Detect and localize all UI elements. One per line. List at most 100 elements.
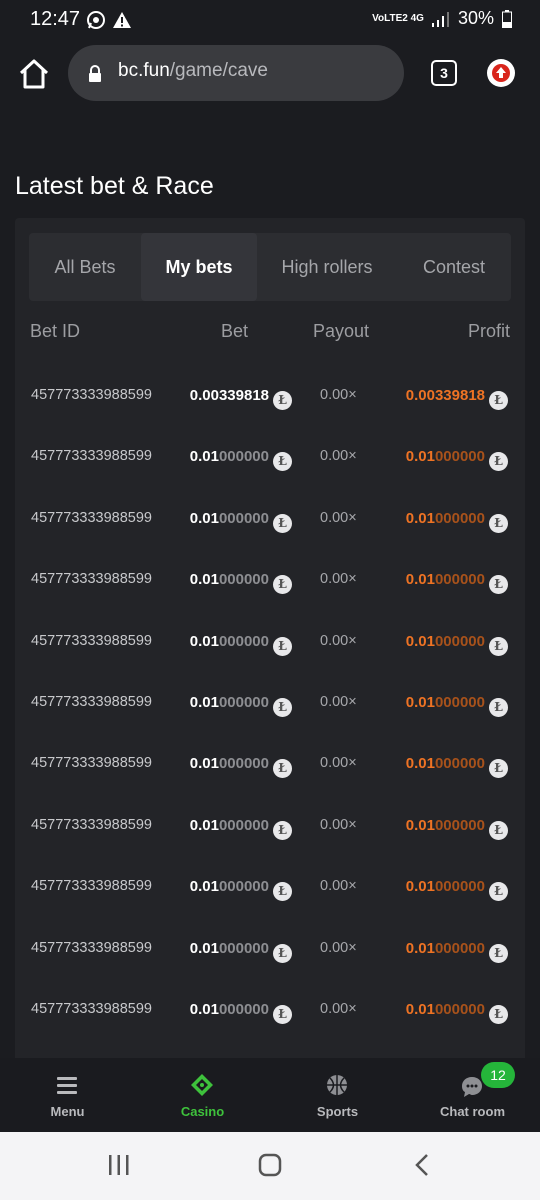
profit-amount-minor: 000000 [434,755,485,773]
profit-amount-minor: 000000 [434,816,485,834]
bet-amount-cell: 0.01000000 Ł [189,448,292,472]
profit-amount-minor: 000000 [434,509,485,527]
profit-amount-major: 0.01 [405,509,435,527]
bet-amount-major: 0.01 [189,632,219,650]
nav-chat-room[interactable]: Chat room [405,1058,540,1132]
bet-amount-major: 0.01 [189,878,219,896]
bet-id-cell: 457773333988599 [31,939,152,956]
bet-id-cell: 457773333988599 [31,448,152,465]
status-time: 12:47 [30,8,81,30]
bet-id-cell: 457773333988599 [31,509,152,526]
recent-apps-icon[interactable] [106,1152,132,1178]
bet-amount-major: 0.01 [189,816,219,834]
table-row[interactable]: 457773333988599 0.01000000 Ł 0.00× 0.0100000… [15,798,525,859]
table-row[interactable]: 457773333988599 0.00339818 Ł 0.00× 0.0033981… [15,368,525,429]
table-row[interactable]: 457773333988599 0.01000000 Ł 0.00× 0.0100000… [15,614,525,675]
tab-my-bets[interactable]: My bets [141,233,257,301]
litecoin-icon: Ł [273,943,292,963]
litecoin-icon: Ł [489,575,508,595]
bet-amount-cell: 0.01000000 Ł [190,940,292,963]
bet-amount-minor: 000000 [218,755,269,773]
payout-cell: 0.00× [320,816,357,833]
payout-cell: 0.00× [320,878,357,895]
payout-cell: 0.00× [320,1000,357,1017]
tab-contest[interactable]: Contest [397,233,511,301]
profit-amount-minor: 000000 [434,1000,485,1018]
litecoin-icon: Ł [273,759,292,779]
litecoin-icon: Ł [489,452,508,472]
system-nav-bar [0,1132,540,1200]
profit-amount-major: 0.00339818 [405,387,485,404]
profit-cell: 0.01000000 Ł [406,940,508,963]
litecoin-icon: Ł [273,452,292,472]
litecoin-icon: Ł [273,513,292,533]
profit-amount-minor: 000000 [434,571,485,589]
litecoin-icon: Ł [273,636,292,656]
nav-casino[interactable]: Casino [135,1058,270,1132]
table-row[interactable]: 457773333988599 0.01000000 Ł 0.00× 0.0100000… [15,429,525,490]
casino-icon [191,1074,213,1096]
home-button-icon[interactable] [257,1152,283,1178]
profit-amount-minor: 000000 [434,448,485,466]
address-bar[interactable]: bc.fun/game/cave [68,45,404,101]
bet-id-cell: 457773333988599 [31,755,152,772]
url-text[interactable]: bc.fun/game/cave [118,60,268,82]
bet-amount-cell: 0.01000000 Ł [190,510,292,533]
profit-amount-major: 0.01 [405,448,435,466]
network-indicator: VoLTE2 4G [372,13,424,24]
nav-menu[interactable]: Menu [0,1058,135,1132]
bet-amount-cell: 0.01000000 Ł [190,571,292,595]
bet-id-cell: 457773333988599 [31,693,152,710]
bet-amount-minor: 000000 [218,816,269,834]
profit-amount-major: 0.01 [405,816,435,834]
header-profit: Profit [467,321,510,341]
bets-tabs: All Bets My bets High rollers Contest [29,233,511,301]
litecoin-icon: Ł [489,1004,508,1024]
payout-cell: 0.00× [320,571,357,588]
update-button[interactable] [487,59,515,87]
profit-cell: 0.00339818 Ł [406,387,508,410]
table-row[interactable]: 457773333988599 0.01000000 Ł 0.00× 0.0100000… [15,982,525,1043]
profit-cell: 0.01000000 Ł [406,817,508,840]
payout-cell: 0.00× [320,448,357,465]
bet-id-cell: 457773333988599 [31,878,152,895]
bet-id-cell: 457773333988599 [31,632,152,649]
nav-sports[interactable]: Sports [270,1058,405,1132]
profit-amount-major: 0.01 [405,878,435,896]
home-icon[interactable] [16,56,52,92]
bet-amount-minor: 000000 [218,1000,269,1018]
bet-amount-major: 0.01 [189,448,219,466]
profit-cell: 0.01000000 Ł [406,633,508,656]
litecoin-icon: Ł [273,391,292,410]
lock-icon [89,65,101,82]
header-bet: Bet [221,321,249,341]
tab-all-bets[interactable]: All Bets [29,233,141,301]
table-row[interactable]: 457773333988599 0.01000000 Ł 0.00× 0.0100000… [15,675,525,736]
bet-amount-minor: 000000 [218,939,269,957]
profit-cell: 0.01000000 Ł [405,755,508,779]
back-icon[interactable] [410,1152,436,1178]
table-row[interactable]: 457773333988599 0.01000000 Ł 0.00× 0.0100000… [15,859,525,920]
profit-cell: 0.01000000 Ł [406,571,508,595]
litecoin-icon: Ł [489,820,508,840]
battery-percent: 30% [457,8,494,28]
litecoin-icon: Ł [489,759,508,779]
tab-switcher-button[interactable]: 3 [431,60,457,86]
table-row[interactable]: 457773333988599 0.01000000 Ł 0.00× 0.0100000… [15,736,525,797]
table-row[interactable]: 457773333988599 0.01000000 Ł 0.00× 0.0100000… [15,491,525,552]
profit-amount-major: 0.01 [405,693,435,711]
nav-sports-label: Sports [316,1104,359,1119]
nav-chat-label: Chat room [440,1104,505,1119]
bet-amount-cell: 0.01000000 Ł [190,633,292,656]
bets-card: All Bets My bets High rollers Contest Be… [15,218,525,1078]
bets-table: 457773333988599 0.00339818 Ł 0.00× 0.0033981… [15,368,525,1043]
tab-high-rollers[interactable]: High rollers [257,233,397,301]
chat-unread-badge: 12 [481,1062,515,1088]
table-row[interactable]: 457773333988599 0.01000000 Ł 0.00× 0.0100000… [15,921,525,982]
table-row[interactable]: 457773333988599 0.01000000 Ł 0.00× 0.0100000… [15,552,525,613]
profit-cell: 0.01000000 Ł [406,510,508,533]
profit-amount-minor: 000000 [434,878,485,896]
bet-id-cell: 457773333988599 [31,387,152,403]
payout-cell: 0.00× [320,939,357,956]
profit-amount-major: 0.01 [405,755,435,773]
